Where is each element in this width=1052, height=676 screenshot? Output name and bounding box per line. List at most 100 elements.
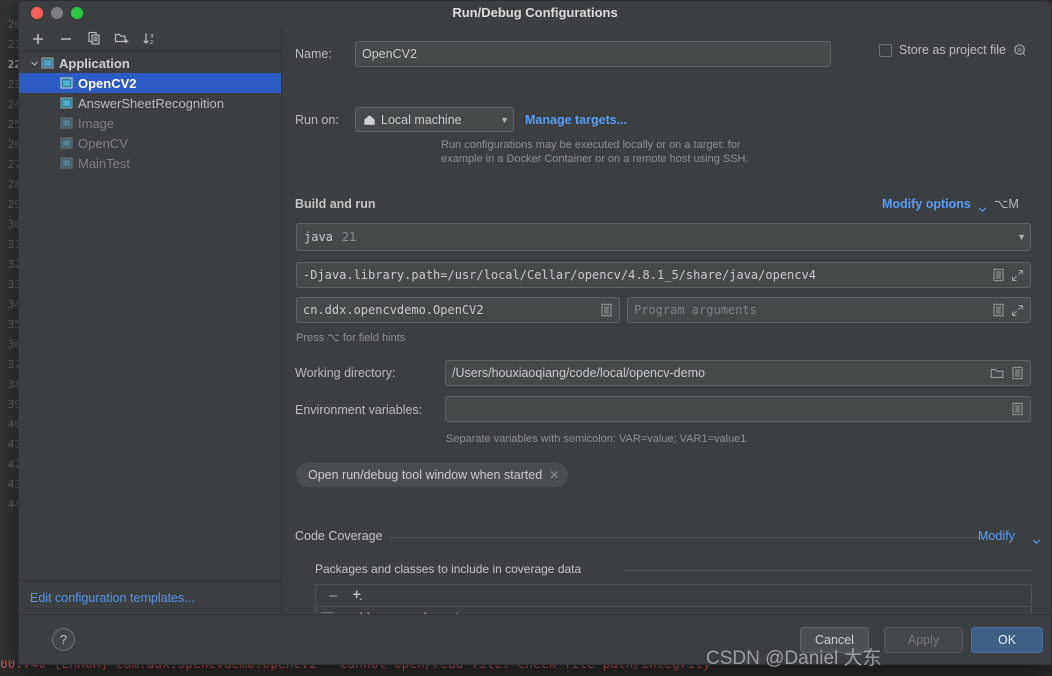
run-on-value: Local machine bbox=[381, 112, 462, 127]
option-chip-label: Open run/debug tool window when started bbox=[308, 468, 543, 482]
field-hints-note: Press ⌥ for field hints bbox=[296, 332, 406, 344]
working-directory-value: /Users/houxiaoqiang/code/local/opencv-de… bbox=[452, 366, 705, 380]
environment-variables-input[interactable] bbox=[445, 396, 1031, 422]
working-directory-label: Working directory: bbox=[295, 366, 396, 380]
run-config-icon bbox=[60, 97, 73, 109]
help-button-label: ? bbox=[59, 632, 68, 647]
chevron-down-icon[interactable]: ▼ bbox=[1017, 232, 1026, 242]
application-icon bbox=[41, 57, 54, 69]
main-class-input[interactable]: cn.ddx.opencvdemo.OpenCV2 bbox=[296, 297, 620, 323]
ok-button[interactable]: OK bbox=[971, 627, 1043, 653]
coverage-packages-title: Packages and classes to include in cover… bbox=[315, 562, 582, 576]
code-coverage-modify-link[interactable]: Modify bbox=[978, 529, 1015, 543]
name-input[interactable]: OpenCV2 bbox=[355, 41, 831, 67]
svg-text:z: z bbox=[150, 39, 153, 46]
coverage-list-toolbar bbox=[316, 585, 1031, 607]
program-arguments-placeholder: Program arguments bbox=[634, 303, 757, 317]
chevron-down-icon[interactable] bbox=[27, 59, 41, 68]
run-config-icon bbox=[60, 77, 73, 89]
edit-configuration-templates-link[interactable]: Edit configuration templates... bbox=[19, 580, 281, 614]
dialog-body: a z Application OpenCV2 AnswerSheetRecog… bbox=[19, 26, 1051, 614]
configurations-pane: a z Application OpenCV2 AnswerSheetRecog… bbox=[19, 26, 282, 614]
dialog-titlebar: Run/Debug Configurations bbox=[19, 1, 1051, 26]
coverage-packages-divider bbox=[623, 570, 1032, 571]
sidebar-item-label: AnswerSheetRecognition bbox=[78, 95, 224, 111]
working-directory-input[interactable]: /Users/houxiaoqiang/code/local/opencv-de… bbox=[445, 360, 1031, 386]
sidebar-item-label: Image bbox=[78, 115, 115, 131]
build-and-run-section-title: Build and run bbox=[295, 197, 376, 211]
run-on-select[interactable]: Local machine ▼ bbox=[355, 107, 514, 132]
sort-alpha-icon[interactable]: a z bbox=[137, 28, 163, 50]
folder-add-icon[interactable] bbox=[109, 28, 135, 50]
gear-icon[interactable] bbox=[1013, 43, 1027, 57]
vm-options-value: -Djava.library.path=/usr/local/Cellar/op… bbox=[303, 268, 816, 282]
chevron-down-icon[interactable] bbox=[978, 201, 987, 219]
dialog-footer: ? Cancel Apply OK bbox=[19, 614, 1051, 664]
modify-options-link[interactable]: Modify options bbox=[882, 197, 971, 211]
sidebar-item-opencv2[interactable]: OpenCV2 bbox=[19, 73, 281, 93]
jdk-value: java bbox=[304, 230, 333, 244]
add-configuration-button[interactable] bbox=[25, 28, 51, 50]
run-on-hint-line1: Run configurations may be executed local… bbox=[441, 139, 741, 151]
copy-configuration-icon[interactable] bbox=[81, 28, 107, 50]
sidebar-item-image[interactable]: Image bbox=[19, 113, 281, 133]
program-arguments-input[interactable]: Program arguments bbox=[627, 297, 1031, 323]
insert-macro-icon[interactable] bbox=[992, 268, 1005, 282]
configurations-toolbar: a z bbox=[19, 26, 281, 52]
run-on-label: Run on: bbox=[295, 113, 339, 127]
sidebar-item-label: OpenCV2 bbox=[78, 75, 137, 91]
store-as-project-file-row[interactable]: Store as project file bbox=[879, 43, 1027, 57]
expand-editor-icon[interactable] bbox=[1011, 269, 1024, 282]
sidebar-item-answersheetrecognition[interactable]: AnswerSheetRecognition bbox=[19, 93, 281, 113]
tree-group-application[interactable]: Application bbox=[19, 53, 281, 73]
main-class-value: cn.ddx.opencvdemo.OpenCV2 bbox=[303, 303, 484, 317]
environment-variables-hint: Separate variables with semicolon: VAR=v… bbox=[446, 433, 747, 445]
coverage-packages-list[interactable]: cn.ddx.opencvdemo.* bbox=[315, 584, 1032, 614]
name-input-value: OpenCV2 bbox=[362, 47, 417, 61]
modify-options-shortcut: ⌥M bbox=[994, 197, 1019, 211]
expand-editor-icon[interactable] bbox=[1011, 304, 1024, 317]
run-on-hint-line2: example in a Docker Container or on a re… bbox=[441, 153, 749, 165]
ok-button-label: OK bbox=[997, 633, 1017, 647]
configuration-settings-pane: Name: OpenCV2 Store as project file Run … bbox=[282, 26, 1051, 614]
run-config-icon bbox=[60, 117, 73, 129]
chevron-down-icon[interactable] bbox=[1032, 533, 1041, 551]
sidebar-item-maintest[interactable]: MainTest bbox=[19, 153, 281, 173]
name-label: Name: bbox=[295, 47, 332, 61]
help-button[interactable]: ? bbox=[52, 628, 75, 651]
insert-macro-icon[interactable] bbox=[1011, 366, 1024, 380]
edit-configuration-templates-label: Edit configuration templates... bbox=[30, 590, 195, 605]
apply-button[interactable]: Apply bbox=[884, 627, 963, 653]
tree-group-label: Application bbox=[59, 55, 130, 71]
coverage-pattern-row[interactable]: cn.ddx.opencvdemo.* bbox=[316, 607, 1031, 614]
run-debug-configurations-dialog: Run/Debug Configurations a z Application… bbox=[18, 0, 1052, 665]
vm-options-input[interactable]: -Djava.library.path=/usr/local/Cellar/op… bbox=[296, 262, 1031, 288]
sidebar-item-label: MainTest bbox=[78, 155, 131, 171]
environment-variables-label: Environment variables: bbox=[295, 403, 423, 417]
apply-button-label: Apply bbox=[907, 633, 940, 647]
insert-macro-icon[interactable] bbox=[1011, 402, 1024, 416]
add-coverage-pattern-button[interactable] bbox=[347, 587, 369, 605]
code-coverage-section-title: Code Coverage bbox=[295, 529, 383, 543]
insert-macro-icon[interactable] bbox=[992, 303, 1005, 317]
run-config-icon bbox=[60, 137, 73, 149]
remove-configuration-button[interactable] bbox=[53, 28, 79, 50]
sidebar-item-opencv[interactable]: OpenCV bbox=[19, 133, 281, 153]
run-config-icon bbox=[60, 157, 73, 169]
home-icon bbox=[363, 114, 376, 126]
dialog-title: Run/Debug Configurations bbox=[452, 5, 618, 20]
jdk-select[interactable]: java 21 ▼ bbox=[296, 223, 1031, 251]
code-coverage-divider bbox=[389, 537, 991, 538]
remove-coverage-pattern-button[interactable] bbox=[323, 587, 343, 605]
browse-folder-icon[interactable] bbox=[990, 367, 1005, 380]
option-chip-open-run-window[interactable]: Open run/debug tool window when started … bbox=[296, 463, 569, 487]
manage-targets-link[interactable]: Manage targets... bbox=[525, 113, 627, 127]
close-icon[interactable]: ✕ bbox=[549, 468, 559, 482]
store-as-project-file-checkbox[interactable] bbox=[879, 43, 892, 57]
cancel-button[interactable]: Cancel bbox=[800, 627, 869, 653]
configurations-tree[interactable]: Application OpenCV2 AnswerSheetRecogniti… bbox=[19, 52, 281, 580]
store-as-project-file-label: Store as project file bbox=[899, 43, 1006, 57]
insert-macro-icon[interactable] bbox=[600, 303, 613, 317]
cancel-button-label: Cancel bbox=[815, 633, 854, 647]
chevron-down-icon[interactable]: ▼ bbox=[500, 115, 509, 125]
